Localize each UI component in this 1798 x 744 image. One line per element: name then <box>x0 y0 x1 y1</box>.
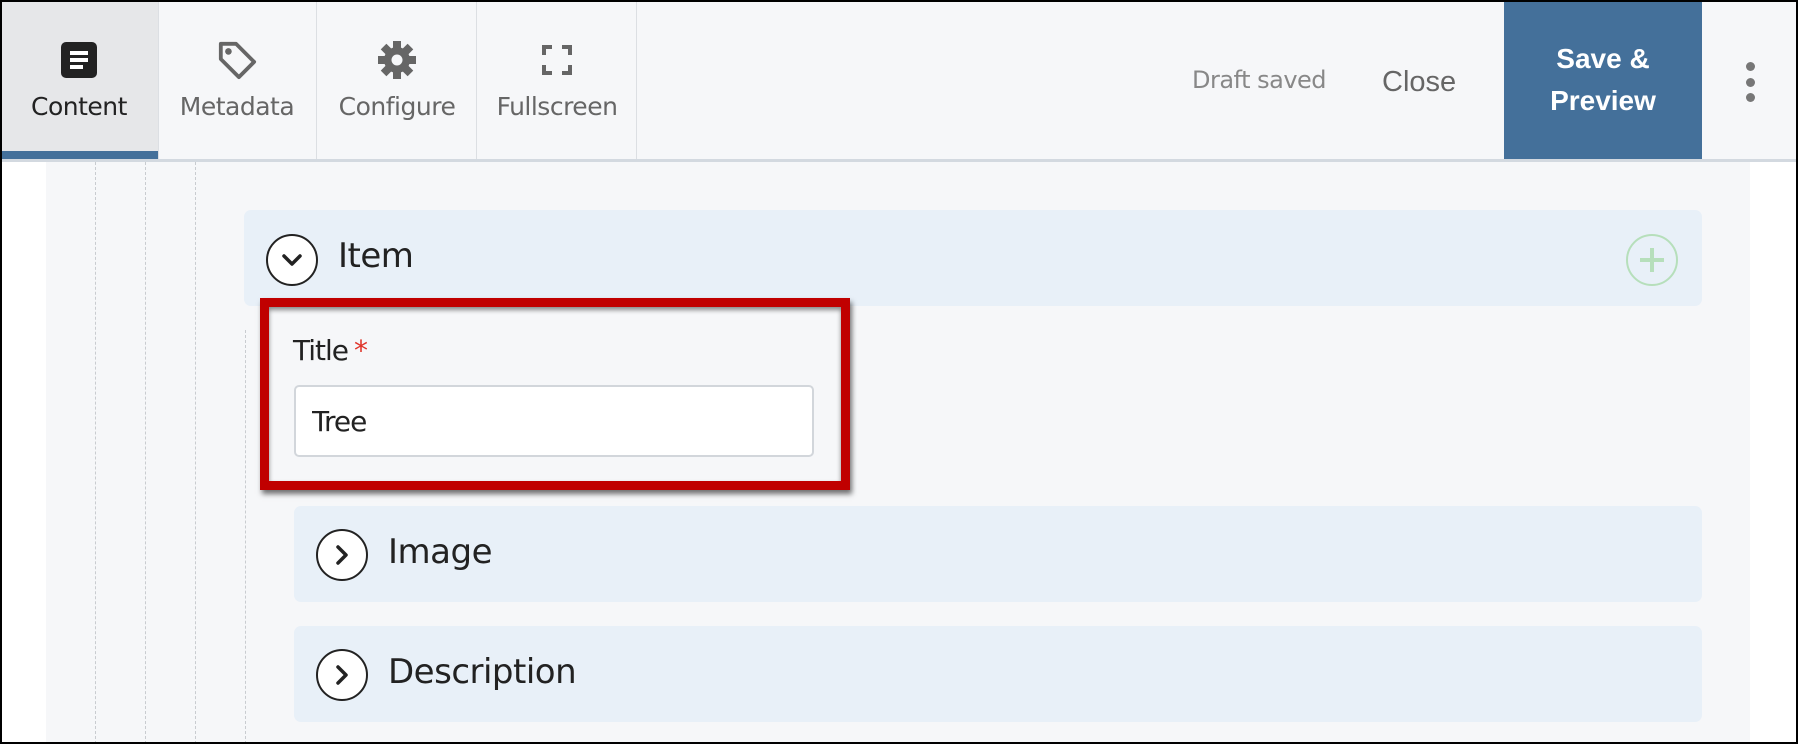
nesting-guide <box>95 162 96 744</box>
tab-label: Content <box>31 92 127 121</box>
nesting-guide <box>145 162 146 744</box>
tab-label: Metadata <box>179 92 295 121</box>
description-section-header[interactable]: Description <box>294 626 1702 722</box>
highlight-box <box>260 298 850 490</box>
description-title: Description <box>388 652 577 692</box>
tab-content[interactable]: Content <box>0 0 159 159</box>
plus-icon <box>1640 248 1664 272</box>
close-button[interactable]: Close <box>1382 66 1456 99</box>
image-section-header[interactable]: Image <box>294 506 1702 602</box>
save-label-line2: Preview <box>1550 84 1656 116</box>
save-label-line1: Save & <box>1556 42 1650 74</box>
add-item-button[interactable] <box>1626 234 1678 286</box>
tag-icon <box>217 40 257 80</box>
item-section-header: Item <box>244 210 1702 306</box>
nesting-guide <box>245 330 246 744</box>
editor-toolbar: Content Metadata Configure Fullscreen Dr… <box>0 0 1798 162</box>
chevron-right-icon[interactable] <box>316 649 368 701</box>
save-preview-button[interactable]: Save & Preview <box>1504 0 1702 159</box>
tab-configure[interactable]: Configure <box>318 0 477 159</box>
chevron-right-icon[interactable] <box>316 529 368 581</box>
tab-fullscreen[interactable]: Fullscreen <box>478 0 637 159</box>
tab-label: Fullscreen <box>496 92 618 121</box>
gear-icon <box>377 40 417 80</box>
image-title: Image <box>388 532 492 572</box>
fullscreen-icon <box>537 40 577 80</box>
tab-label: Configure <box>338 92 456 121</box>
tab-metadata[interactable]: Metadata <box>158 0 317 159</box>
vertical-ellipsis-icon[interactable] <box>1740 62 1760 102</box>
document-icon <box>59 40 99 80</box>
chevron-down-icon[interactable] <box>266 234 318 286</box>
draft-status: Draft saved <box>1192 66 1327 94</box>
nesting-guide <box>195 162 196 744</box>
item-title: Item <box>338 236 414 276</box>
